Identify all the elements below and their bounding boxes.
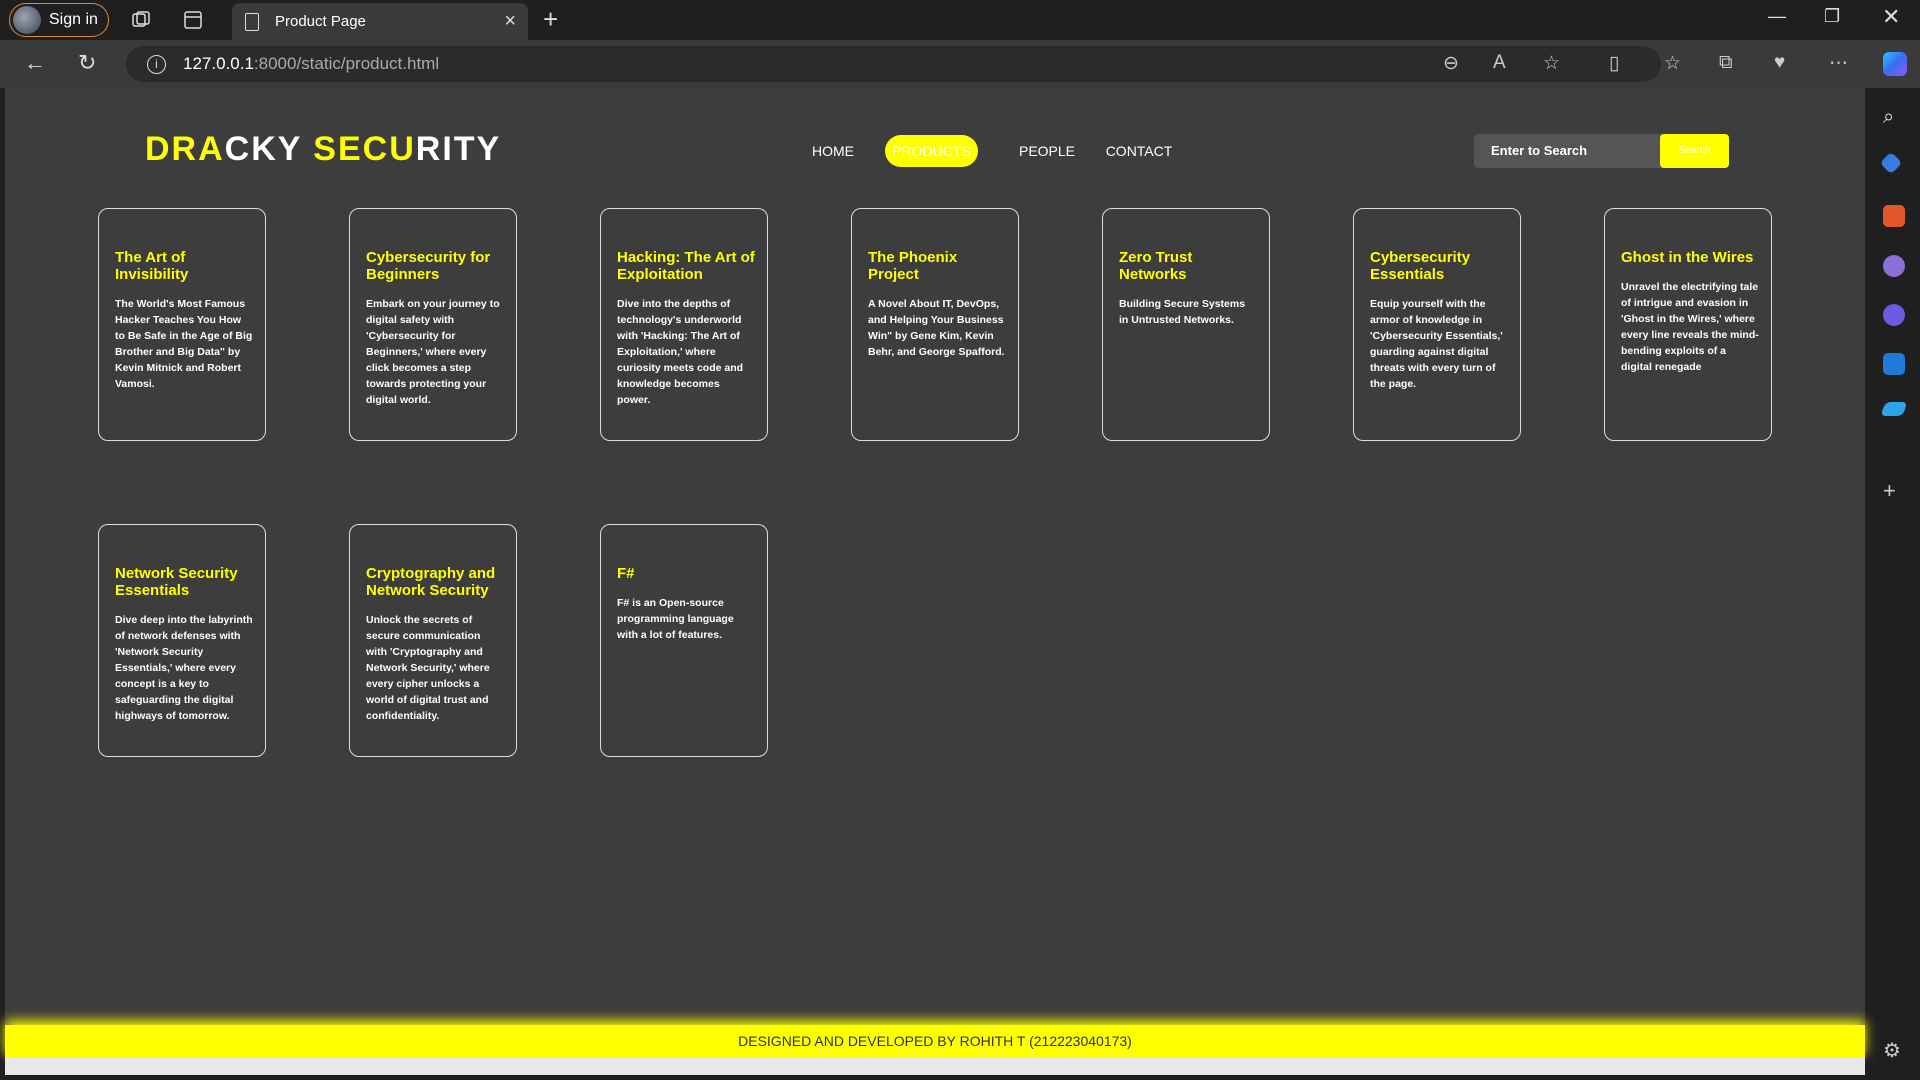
workspaces-icon[interactable] — [130, 9, 152, 31]
site-logo[interactable]: DRACKY SECURITY — [145, 130, 501, 169]
product-card[interactable]: The Art of Invisibility The World's Most… — [98, 208, 266, 441]
product-title: The Phoenix Project — [868, 249, 958, 283]
url-path: :8000/static/product.html — [253, 54, 440, 73]
minimize-icon[interactable]: — — [1768, 6, 1786, 27]
new-tab-icon[interactable]: + — [543, 4, 558, 35]
browser-toolbar: ← ↻ i 127.0.0.1:8000/static/product.html… — [0, 40, 1920, 88]
product-card[interactable]: The Phoenix Project A Novel About IT, De… — [851, 208, 1019, 441]
product-description: Unlock the secrets of secure communicati… — [366, 614, 490, 722]
tab-actions-icon[interactable] — [182, 9, 204, 31]
tools-icon[interactable] — [1883, 205, 1905, 227]
nav-home[interactable]: HOME — [801, 135, 865, 167]
tab-product-page[interactable]: Product Page × — [232, 3, 528, 40]
product-title: Cybersecurity Essentials — [1370, 249, 1471, 283]
logo-text-1: DRA — [145, 130, 225, 168]
logo-text-3: SECU — [313, 130, 416, 168]
product-description: Equip yourself with the armor of knowled… — [1370, 298, 1503, 390]
page-icon — [245, 12, 259, 31]
collections-icon[interactable]: ⧉ — [1719, 52, 1733, 74]
product-title: F# — [617, 565, 635, 582]
browser-essentials-icon[interactable]: ♥ — [1774, 52, 1785, 74]
product-description: F# is an Open-source programming languag… — [617, 597, 734, 641]
outlook-icon[interactable] — [1883, 353, 1905, 375]
product-title: Cybersecurity for Beginners — [366, 249, 491, 283]
back-icon[interactable]: ← — [24, 50, 46, 76]
signin-label: Sign in — [49, 11, 98, 28]
product-description: Unravel the electrifying tale of intrigu… — [1621, 281, 1759, 373]
split-screen-icon[interactable]: ▯ — [1609, 52, 1619, 75]
product-title: The Art of Invisibility — [115, 249, 189, 283]
product-title: Hacking: The Art of Exploitation — [617, 249, 755, 283]
product-title: Ghost in the Wires — [1621, 249, 1754, 266]
tab-title: Product Page — [275, 13, 366, 30]
nav-products[interactable]: PRODUCTS — [885, 135, 978, 167]
product-card[interactable]: Cybersecurity Essentials Equip yourself … — [1353, 208, 1521, 441]
logo-text-4: RITY — [415, 130, 502, 168]
product-title: Cryptography and Network Security — [366, 565, 496, 599]
more-options-icon[interactable]: ⋯ — [1829, 52, 1848, 75]
games-icon[interactable] — [1883, 255, 1905, 277]
product-card[interactable]: Cybersecurity for Beginners Embark on yo… — [349, 208, 517, 441]
refresh-icon[interactable]: ↻ — [78, 50, 96, 76]
product-description: Embark on your journey to digital safety… — [366, 298, 500, 406]
close-tab-icon[interactable]: × — [504, 10, 516, 33]
profile-signin-button[interactable]: Sign in — [9, 3, 109, 37]
shopping-tag-icon[interactable] — [1879, 151, 1903, 175]
edge-sidebar: ⌕ + ⚙ — [1866, 88, 1920, 1080]
settings-gear-icon[interactable]: ⚙ — [1883, 1038, 1905, 1062]
product-card[interactable]: Ghost in the Wires Unravel the electrify… — [1604, 208, 1772, 441]
logo-text-2: CKY — [224, 130, 314, 168]
page-bottom-strip — [5, 1058, 1865, 1075]
address-bar[interactable]: i 127.0.0.1:8000/static/product.html — [126, 46, 1661, 82]
site-info-icon[interactable]: i — [147, 54, 166, 74]
product-description: Dive into the depths of technology's und… — [617, 298, 744, 406]
browser-tab-bar: Sign in Product Page × + — ❐ ✕ — [0, 0, 1920, 40]
product-card[interactable]: F# F# is an Open-source programming lang… — [600, 524, 768, 757]
close-window-icon[interactable]: ✕ — [1882, 4, 1900, 30]
product-card[interactable]: Cryptography and Network Security Unlock… — [349, 524, 517, 757]
product-description: The World's Most Famous Hacker Teaches Y… — [115, 298, 253, 390]
product-page: DRACKY SECURITY HOME PRODUCTS PEOPLE CON… — [5, 88, 1865, 1075]
product-description: A Novel About IT, DevOps, and Helping Yo… — [868, 298, 1005, 358]
nav-contact[interactable]: CONTACT — [1099, 135, 1179, 167]
product-title: Network Security Essentials — [115, 565, 238, 599]
site-footer: DESIGNED AND DEVELOPED BY ROHITH T (2122… — [5, 1025, 1865, 1058]
send-icon[interactable] — [1880, 402, 1908, 416]
favorite-star-icon[interactable]: ☆ — [1543, 52, 1560, 75]
product-description: Building Secure Systems in Untrusted Net… — [1119, 298, 1246, 326]
read-aloud-icon[interactable]: A — [1493, 52, 1506, 74]
zoom-out-icon[interactable]: ⊖ — [1443, 52, 1459, 75]
url-host: 127.0.0.1 — [183, 54, 254, 73]
avatar — [13, 6, 41, 34]
nav-people[interactable]: PEOPLE — [1007, 135, 1087, 167]
product-description: Dive deep into the labyrinth of network … — [115, 614, 253, 722]
search-button[interactable]: Search — [1660, 134, 1729, 168]
microsoft365-icon[interactable] — [1883, 304, 1905, 326]
product-card[interactable]: Network Security Essentials Dive deep in… — [98, 524, 266, 757]
copilot-icon[interactable] — [1883, 52, 1907, 76]
favorites-icon[interactable]: ☆ — [1664, 52, 1681, 75]
product-card[interactable]: Zero Trust Networks Building Secure Syst… — [1102, 208, 1270, 441]
product-card[interactable]: Hacking: The Art of Exploitation Dive in… — [600, 208, 768, 441]
add-icon[interactable]: + — [1883, 478, 1905, 503]
search-icon[interactable]: ⌕ — [1883, 106, 1905, 128]
restore-icon[interactable]: ❐ — [1824, 6, 1840, 27]
product-title: Zero Trust Networks — [1119, 249, 1193, 283]
